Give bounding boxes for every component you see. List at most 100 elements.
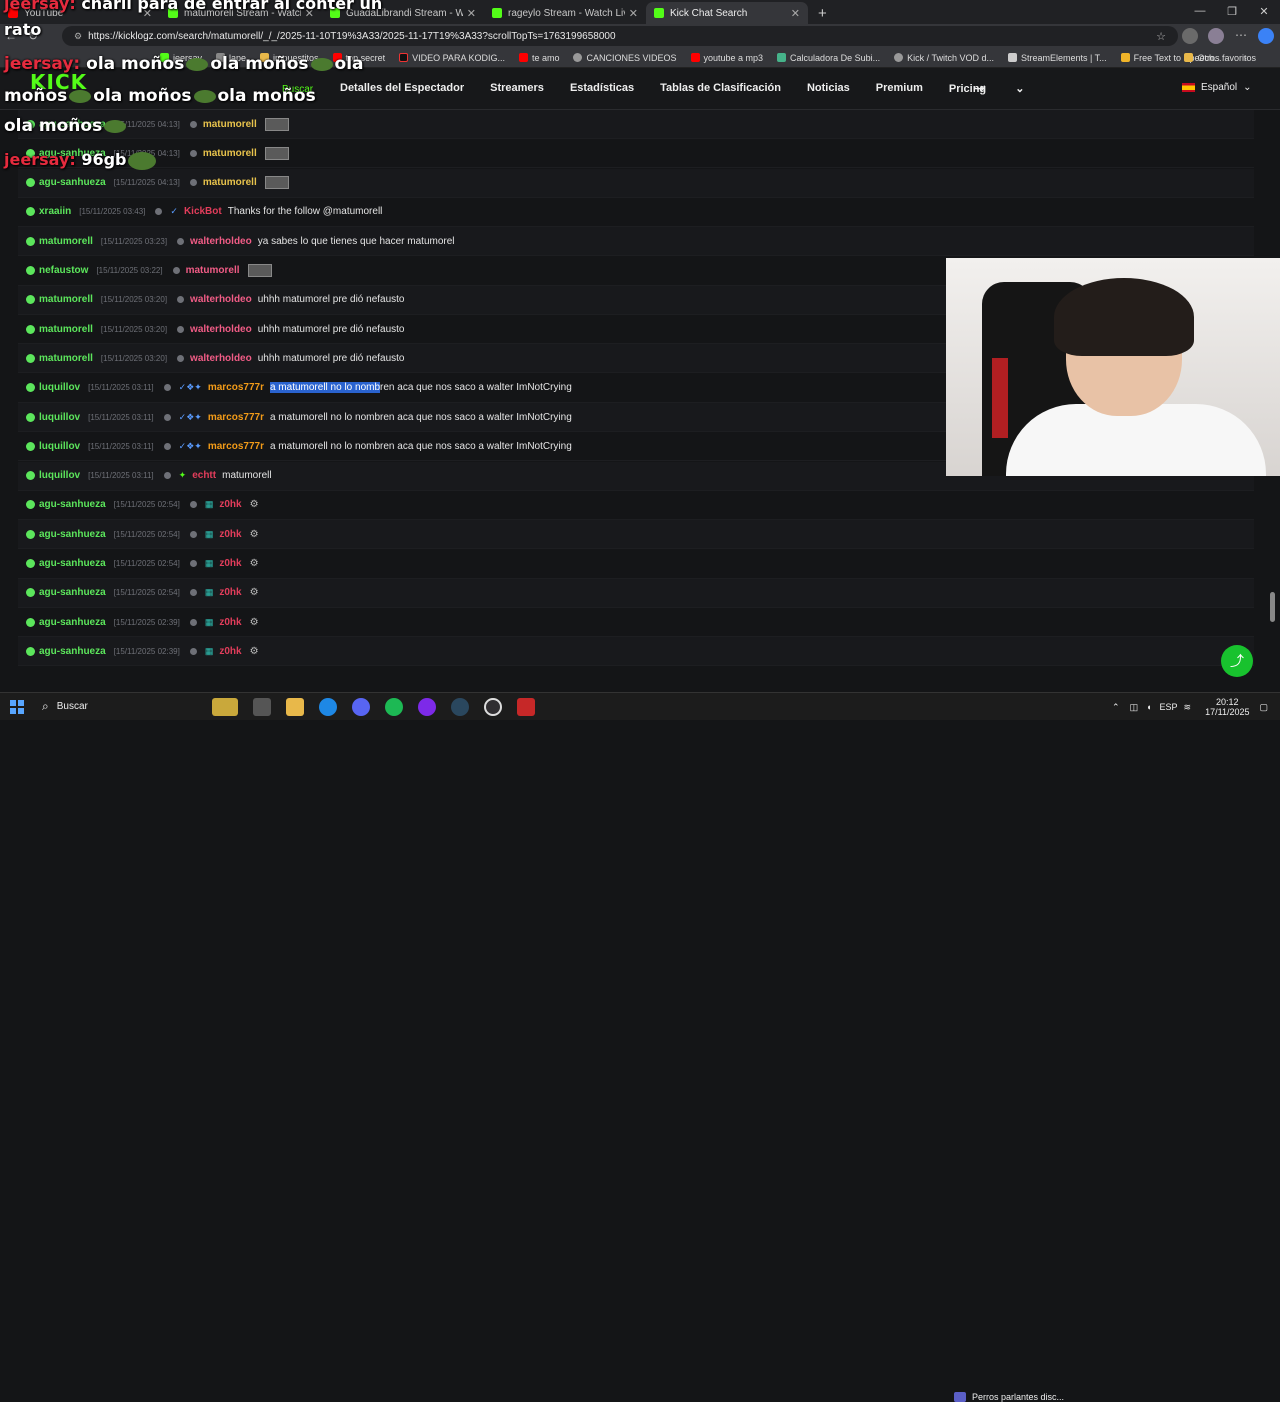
channel-link[interactable]: agu-sanhueza	[26, 617, 106, 628]
username[interactable]: matumorell	[203, 148, 257, 159]
bookmark-item[interactable]: te amo	[518, 53, 559, 63]
other-bookmarks[interactable]: Otros favoritos	[1184, 53, 1256, 63]
windows-start-icon[interactable]	[10, 699, 24, 714]
info-icon[interactable]	[177, 354, 185, 362]
info-icon[interactable]	[189, 501, 197, 509]
input-language[interactable]: ESP	[1160, 702, 1178, 712]
info-icon[interactable]	[189, 149, 197, 157]
site-info-icon[interactable]: ⚙	[74, 31, 82, 42]
nav-link-statistics[interactable]: Estadísticas	[570, 82, 634, 95]
bookmark-star-icon[interactable]: ☆	[1156, 30, 1166, 43]
username[interactable]: matumorell	[203, 177, 257, 188]
channel-link[interactable]: xraaiin	[26, 206, 71, 217]
notification-icon[interactable]: ▢	[1259, 702, 1268, 713]
task-view-icon[interactable]	[253, 697, 271, 716]
close-icon[interactable]: ✕	[791, 7, 800, 20]
info-icon[interactable]	[189, 120, 197, 128]
taskbar-search[interactable]: ⌕ Buscar	[42, 699, 182, 714]
close-icon[interactable]: ✕	[467, 7, 476, 20]
share-button[interactable]: ⤴	[1221, 645, 1253, 677]
channel-link[interactable]: agu-sanhueza	[26, 558, 106, 569]
username[interactable]: echtt	[192, 470, 216, 481]
username[interactable]: marcos777r	[208, 441, 264, 452]
bookmark-item[interactable]: jeersay	[160, 53, 202, 63]
info-icon[interactable]	[163, 472, 171, 480]
chevron-up-icon[interactable]: ⌃	[1112, 702, 1120, 713]
language-select[interactable]: Español ⌄	[1182, 82, 1252, 93]
info-icon[interactable]	[163, 413, 171, 421]
username[interactable]: walterholdeo	[190, 236, 252, 247]
username[interactable]: walterholdeo	[190, 353, 252, 364]
info-icon[interactable]	[163, 384, 171, 392]
username[interactable]: z0hk	[219, 529, 241, 540]
tab-youtube[interactable]: YouTube ✕	[0, 2, 160, 24]
channel-link[interactable]: luquillov	[26, 441, 80, 452]
spotify-icon[interactable]	[385, 697, 403, 716]
username[interactable]: marcos777r	[208, 382, 264, 393]
back-icon[interactable]: ←	[0, 29, 22, 43]
extension-icon[interactable]	[1182, 28, 1198, 44]
canva-icon[interactable]	[418, 697, 436, 716]
username[interactable]: z0hk	[219, 499, 241, 510]
bookmark-item[interactable]: Kick / Twitch VOD d...	[894, 53, 994, 63]
username[interactable]: KickBot	[184, 206, 222, 217]
volume-icon[interactable]: ◖	[1146, 702, 1151, 712]
site-logo[interactable]: KICK	[30, 72, 87, 92]
channel-link[interactable]: agu-sanhueza	[26, 177, 106, 188]
username[interactable]: matumorell	[186, 265, 240, 276]
info-icon[interactable]	[189, 589, 197, 597]
channel-link[interactable]: agu-sanhueza	[26, 148, 106, 159]
bookmark-item[interactable]: top secret	[332, 53, 385, 63]
info-icon[interactable]	[177, 237, 185, 245]
tab-rageylo[interactable]: rageylo Stream - Watch Live ✕	[484, 2, 646, 24]
username[interactable]: walterholdeo	[190, 294, 252, 305]
username[interactable]: z0hk	[219, 646, 241, 657]
tab-kick-chat-search[interactable]: Kick Chat Search ✕	[646, 2, 808, 24]
username[interactable]: z0hk	[219, 587, 241, 598]
info-icon[interactable]	[172, 267, 180, 274]
nav-link-news[interactable]: Noticias	[807, 82, 850, 95]
reload-icon[interactable]: ↻	[22, 29, 44, 43]
info-icon[interactable]	[189, 179, 197, 187]
recorder-icon[interactable]	[517, 697, 535, 716]
bookmark-item[interactable]: impuestitos	[260, 53, 319, 63]
media-widget[interactable]: Perros parlantes disc...	[954, 1392, 1064, 1402]
nav-link-premium[interactable]: Premium	[876, 82, 923, 95]
username[interactable]: z0hk	[219, 558, 241, 569]
new-tab-button[interactable]: +	[808, 2, 837, 24]
channel-link[interactable]: luquillov	[26, 412, 80, 423]
close-icon[interactable]: ✕	[143, 7, 152, 20]
bookmark-item[interactable]: VIDEO PARA KODIG...	[399, 53, 505, 63]
close-icon[interactable]: ✕	[305, 7, 314, 20]
channel-link[interactable]: agu-sanhueza	[26, 529, 106, 540]
obs-icon[interactable]	[484, 697, 502, 716]
channel-link[interactable]: agu-sanhueza	[26, 587, 106, 598]
channel-link[interactable]: matumorell	[26, 236, 93, 247]
channel-link[interactable]: matumorell	[26, 324, 93, 335]
edge-icon[interactable]	[319, 697, 337, 716]
copilot-icon[interactable]	[1258, 28, 1274, 44]
tab-guadalibrandi[interactable]: GuadaLibrandi Stream - Watc✕	[322, 2, 484, 24]
info-icon[interactable]	[189, 647, 197, 655]
channel-link[interactable]: agu-sanhueza	[26, 646, 106, 657]
channel-link[interactable]: luquillov	[26, 382, 80, 393]
channel-link[interactable]: agu-sanhueza	[26, 499, 106, 510]
network-icon[interactable]: ◫	[1130, 702, 1139, 713]
nav-link-viewer-details[interactable]: Detalles del Espectador	[340, 82, 464, 95]
info-icon[interactable]	[189, 560, 197, 567]
bookmark-item[interactable]: Calculadora De Subi...	[777, 53, 880, 63]
search-nav-link[interactable]: Buscar	[282, 84, 313, 95]
channel-link[interactable]: matumorell	[26, 353, 93, 364]
info-icon[interactable]	[163, 442, 171, 450]
close-icon[interactable]: ✕	[629, 7, 638, 20]
nav-link-streamers[interactable]: Streamers	[490, 82, 544, 95]
wifi-icon[interactable]: ≋	[1184, 702, 1192, 713]
bookmark-item[interactable]: youtube a mp3	[690, 53, 763, 63]
info-icon[interactable]	[189, 530, 197, 538]
address-bar[interactable]: ⚙ https://kicklogz.com/search/matumorell…	[62, 26, 1178, 46]
nav-link-pricing[interactable]: Pricing ⌄	[949, 82, 1051, 95]
scrollbar-thumb[interactable]	[1270, 592, 1275, 622]
bookmark-item[interactable]: StreamElements | T...	[1007, 53, 1107, 63]
username[interactable]: matumorell	[203, 119, 257, 130]
maximize-icon[interactable]: ❐	[1216, 0, 1248, 22]
